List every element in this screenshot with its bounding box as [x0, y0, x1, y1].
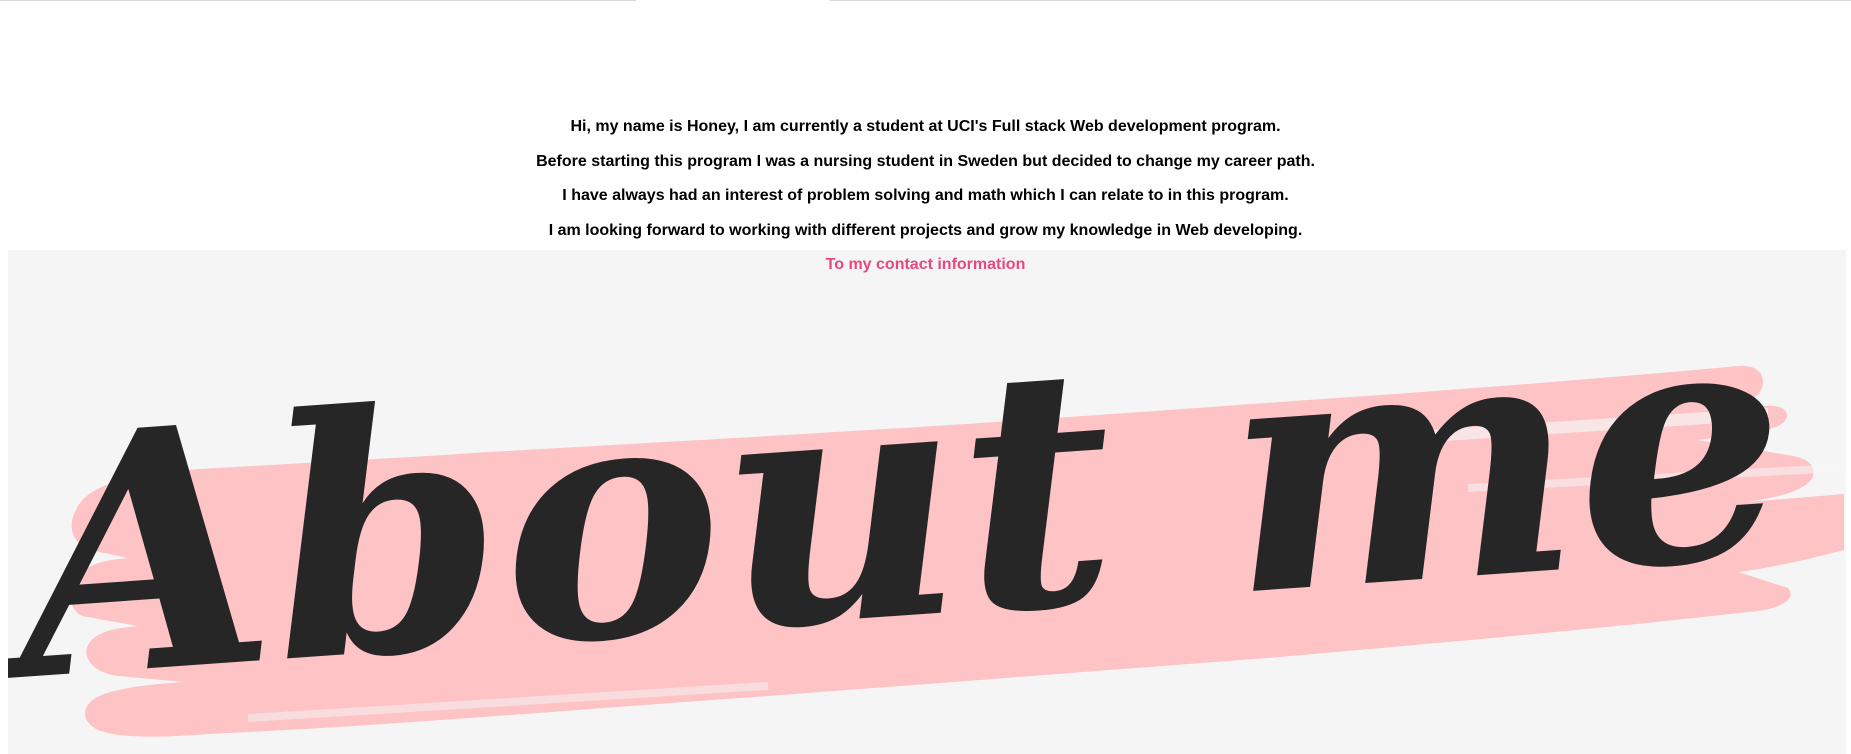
top-border-right: [830, 0, 1851, 1]
intro-line-2: Before starting this program I was a nur…: [536, 152, 1315, 170]
about-intro: Hi, my name is Honey, I am currently a s…: [0, 110, 1851, 283]
about-me-banner: About me: [8, 250, 1846, 754]
intro-line-4: I am looking forward to working with dif…: [548, 221, 1303, 239]
top-border-left: [0, 0, 636, 1]
contact-info-link[interactable]: To my contact information: [826, 248, 1026, 283]
intro-line-3: I have always had an interest of problem…: [562, 187, 1289, 204]
intro-line-1: Hi, my name is Honey, I am currently a s…: [570, 118, 1281, 135]
banner-title: About me: [8, 250, 1798, 754]
